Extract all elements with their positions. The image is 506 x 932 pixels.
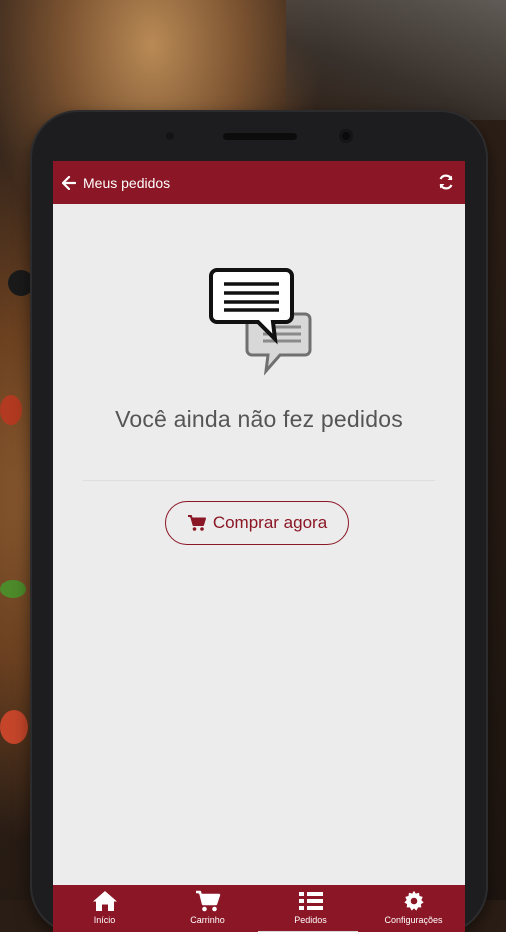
front-camera [339,129,353,143]
nav-item-settings[interactable]: Configurações [362,885,465,932]
empty-message: Você ainda não fez pedidos [115,406,403,432]
cart-icon [187,515,206,531]
nav-item-cart[interactable]: Carrinho [156,885,259,932]
arrow-left-icon [62,175,76,190]
phone-frame: Meus pedidos Você ainda não fez pedidos [32,112,486,932]
nav-label-home: Início [93,915,116,925]
gear-icon [403,890,424,911]
divider [83,480,435,481]
nav-item-home[interactable]: Início [53,885,156,932]
earpiece-speaker [223,133,297,140]
nav-label-settings: Configurações [384,915,443,925]
background-highlight [286,0,506,120]
list-icon [298,892,323,910]
sensor [166,132,174,140]
bottom-navigation: Início Carrinho Pedidos Configurações [53,885,465,932]
app-bar: Meus pedidos [53,161,465,204]
home-icon [92,891,117,911]
back-button[interactable]: Meus pedidos [62,175,170,191]
nav-label-orders: Pedidos [294,915,327,925]
buy-now-button[interactable]: Comprar agora [165,501,349,545]
app-screen: Meus pedidos Você ainda não fez pedidos [53,161,465,932]
empty-state: Você ainda não fez pedidos Comprar agora [53,204,465,854]
page-title: Meus pedidos [83,174,171,191]
background-pepperoni [0,395,22,425]
nav-label-cart: Carrinho [190,915,225,925]
nav-item-orders[interactable]: Pedidos [259,885,362,932]
background-pepper [0,580,26,598]
refresh-icon[interactable] [437,173,455,191]
background-olive [8,270,34,296]
buy-now-label: Comprar agora [212,513,328,532]
cart-icon [195,890,220,912]
chat-bubbles-icon [209,268,312,376]
background-tomato [0,710,28,744]
